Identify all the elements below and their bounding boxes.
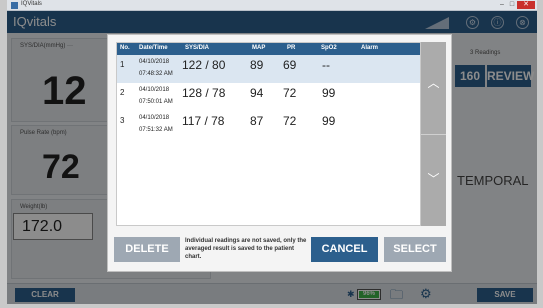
row-map: 87	[250, 114, 264, 128]
row-spo2: 99	[322, 86, 336, 100]
app-icon	[11, 2, 18, 9]
row-no: 2	[120, 88, 125, 97]
row-map: 89	[250, 58, 264, 72]
row-time: 07:48:32 AM	[139, 71, 173, 77]
col-pr: PR	[287, 45, 296, 51]
table-header: No. Date/Time SYS/DIA MAP PR SpO2 Alarm	[117, 43, 420, 55]
row-date: 04/10/2018	[139, 115, 170, 121]
readings-table: No. Date/Time SYS/DIA MAP PR SpO2 Alarm …	[116, 42, 421, 226]
minimize-button[interactable]: –	[497, 1, 507, 9]
row-pr: 72	[283, 86, 297, 100]
col-map: MAP	[252, 45, 266, 51]
row-spo2: --	[322, 58, 330, 72]
delete-button[interactable]: DELETE	[114, 237, 180, 262]
row-no: 3	[120, 116, 125, 125]
table-row[interactable]: 2 04/10/2018 07:50:01 AM 128 / 78 94 72 …	[117, 83, 420, 111]
select-button[interactable]: SELECT	[384, 237, 446, 262]
row-time: 07:51:32 AM	[139, 127, 173, 133]
table-scrollbar[interactable]: ︿ ﹀	[421, 42, 446, 226]
window-title: IQVitals	[21, 1, 42, 7]
row-date: 04/10/2018	[139, 59, 170, 65]
chevron-down-icon[interactable]: ﹀	[421, 170, 446, 187]
col-no: No.	[120, 45, 130, 51]
row-pr: 72	[283, 114, 297, 128]
row-map: 94	[250, 86, 264, 100]
row-pr: 69	[283, 58, 297, 72]
table-row[interactable]: 3 04/10/2018 07:51:32 AM 117 / 78 87 72 …	[117, 111, 420, 139]
readings-note: Individual readings are not saved, only …	[185, 238, 307, 260]
col-spo2: SpO2	[321, 45, 337, 51]
row-sysdia: 117 / 78	[182, 114, 225, 128]
chevron-up-icon[interactable]: ︿	[421, 74, 446, 91]
title-bar: IQVitals – □ ✕	[7, 0, 537, 11]
readings-dialog: No. Date/Time SYS/DIA MAP PR SpO2 Alarm …	[107, 34, 452, 272]
row-sysdia: 122 / 80	[182, 58, 226, 72]
app-window: IQVitals – □ ✕ IQvitals ⚙ ⓘ ⊗ SYS/DIA(mm…	[7, 0, 537, 304]
cancel-button[interactable]: CANCEL	[311, 237, 378, 262]
maximize-button[interactable]: □	[507, 1, 517, 9]
col-sysdia: SYS/DIA	[185, 45, 210, 51]
row-spo2: 99	[322, 114, 336, 128]
table-row[interactable]: 1 04/10/2018 07:48:32 AM 122 / 80 89 69 …	[117, 55, 420, 83]
row-time: 07:50:01 AM	[139, 99, 173, 105]
col-datetime: Date/Time	[139, 45, 168, 51]
row-no: 1	[120, 60, 125, 69]
col-alarm: Alarm	[361, 45, 379, 51]
row-sysdia: 128 / 78	[182, 86, 226, 100]
close-window-button[interactable]: ✕	[517, 1, 535, 9]
row-date: 04/10/2018	[139, 87, 170, 93]
